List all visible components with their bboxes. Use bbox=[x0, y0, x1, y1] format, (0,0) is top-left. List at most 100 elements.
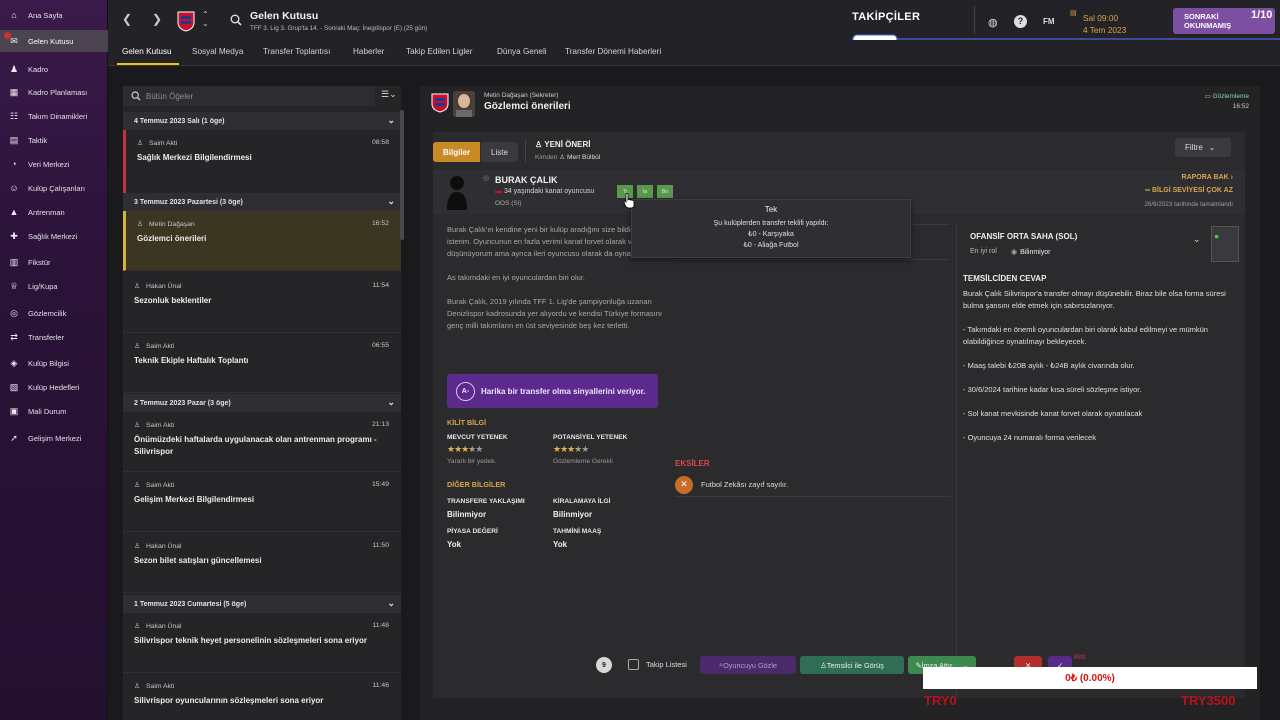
sender-avatar[interactable] bbox=[453, 91, 475, 117]
tab-3[interactable]: Transfer Toplantısı bbox=[263, 47, 330, 56]
watchlist-label[interactable]: Takip Listesi bbox=[646, 660, 687, 669]
sidebar-item-medical[interactable]: ✚ Sağlık Merkezi bbox=[0, 225, 108, 247]
tab-6[interactable]: Dünya Geneli bbox=[497, 47, 547, 56]
message-sender: ♙ Hakan Ünal bbox=[134, 542, 182, 551]
back-arrow-icon[interactable]: ❮ bbox=[122, 12, 132, 26]
inbox-message[interactable]: ♙ Hakan Ünal 11:54 Sezonluk beklentiler bbox=[123, 273, 401, 333]
scouting-icon: ◎ bbox=[10, 307, 18, 318]
inbox-message[interactable]: ♙ Saim Akti 06:55 Teknik Ekiple Haftalık To… bbox=[123, 333, 401, 393]
help-icon[interactable]: ? bbox=[1014, 15, 1027, 28]
loan-interest-value: Bilinmiyor bbox=[553, 510, 593, 519]
sidebar-item-label: Taktik bbox=[28, 135, 48, 145]
message-time: 06:55 bbox=[371, 342, 389, 349]
tab-1[interactable]: Gelen Kutusu bbox=[122, 47, 172, 56]
watchlist-checkbox[interactable] bbox=[628, 659, 639, 670]
scout-player-button[interactable]: ⌕ Oyuncuyu Gözle bbox=[700, 656, 796, 674]
sidebar-item-dynamics[interactable]: ☷ Takım Dinamikleri bbox=[0, 105, 108, 127]
social-icon[interactable]: ◍ bbox=[988, 16, 998, 29]
offer-pill-3[interactable]: Bo bbox=[657, 185, 673, 198]
date-group-header[interactable]: 4 Temmuz 2023 Salı (1 öge) ⌄ bbox=[123, 112, 401, 130]
tab-list[interactable]: Liste bbox=[481, 142, 518, 162]
sidebar-item-transfers[interactable]: ⇄ Transferler bbox=[0, 326, 108, 348]
sidebar-item-dev-centre[interactable]: ➚ Gelişim Merkezi bbox=[0, 427, 108, 449]
inbox-message[interactable]: ♙ Saim Akti 11:46 Silivrispor oyuncularının… bbox=[123, 673, 401, 720]
current-ability-label: MEVCUT YETENEK bbox=[447, 434, 508, 441]
message-panel: Metin Dağaşan (Sekreter) Gözlemci öneril… bbox=[420, 86, 1260, 720]
tab-5[interactable]: Takip Edilen Ligler bbox=[406, 47, 472, 56]
fm-menu-button[interactable]: FM bbox=[1043, 17, 1055, 26]
search-icon[interactable] bbox=[230, 14, 242, 26]
sidebar-item-staff[interactable]: ☺ Kulüp Çalışanları bbox=[0, 177, 108, 199]
sidebar-item-scouting[interactable]: ◎ Gözlemcilik bbox=[0, 302, 108, 324]
tab-info[interactable]: Bilgiler bbox=[433, 142, 481, 162]
filter-label: Filtre bbox=[1185, 143, 1203, 152]
message-time: 11:54 bbox=[372, 282, 389, 289]
inbox-message[interactable]: ♙ Metin Dağaşan 16:52 Gözlemci önerileri bbox=[123, 211, 401, 271]
agent-line-2: - Takımdaki en önemli oyunculardan biri … bbox=[963, 325, 1208, 346]
club-switch-chevron-icon[interactable]: ⌃ ⌄ bbox=[202, 10, 209, 28]
person-icon: ♙ bbox=[535, 140, 545, 149]
tab-4[interactable]: Haberler bbox=[353, 47, 384, 56]
sidebar-item-club-vision[interactable]: ▧ Kulüp Hedefleri bbox=[0, 376, 108, 398]
club-info-icon: ◈ bbox=[10, 357, 18, 368]
sidebar-item-fixtures[interactable]: ▥ Fikstür bbox=[0, 251, 108, 273]
club-logo-icon[interactable] bbox=[176, 10, 196, 32]
current-ability-note: Yararlı bir yedek. bbox=[447, 458, 497, 465]
date-group-label: 2 Temmuz 2023 Pazar (3 öge) bbox=[134, 399, 231, 407]
inbox-view-options-icon[interactable]: ☰⌄ bbox=[381, 89, 397, 100]
sidebar-item-trophy[interactable]: ♕ Lig/Kupa bbox=[0, 275, 108, 297]
inbox-message[interactable]: ♙ Hakan Ünal 11:50 Sezon bilet satışları gü… bbox=[123, 533, 401, 593]
message-title: Gözlemci önerileri bbox=[484, 101, 571, 112]
chevron-down-icon: ⌄ bbox=[387, 397, 395, 407]
sidebar-item-inbox[interactable]: ✉ Gelen Kutusu bbox=[0, 30, 108, 52]
from-name[interactable]: Mert Bülbül bbox=[567, 154, 600, 161]
calendar-icon: ▤ bbox=[1070, 10, 1077, 17]
inbox-scrollbar[interactable] bbox=[400, 110, 404, 240]
talk-to-agent-button[interactable]: ♙ Temsilci ile Görüş bbox=[800, 656, 904, 674]
sender-name[interactable]: Metin Dağaşan (Sekreter) bbox=[484, 92, 558, 99]
sender-label: Hakan Ünal bbox=[146, 542, 182, 550]
date-group-header[interactable]: 3 Temmuz 2023 Pazartesi (3 öge) ⌄ bbox=[123, 193, 401, 211]
unread-counter: 1/10 bbox=[1251, 9, 1273, 21]
sidebar-item-training[interactable]: ▲ Antrenman bbox=[0, 201, 108, 223]
position-pitch-icon[interactable] bbox=[1211, 226, 1239, 262]
filter-dropdown[interactable]: Filtre ⌄ bbox=[1175, 138, 1231, 157]
date-group-header[interactable]: 1 Temmuz 2023 Cumartesi (5 öge) ⌄ bbox=[123, 595, 401, 613]
grade-badge: A- bbox=[456, 382, 475, 401]
strengths-weaknesses-column: EKSİLER ✕ Futbol Zekâsı zayıf sayılır. bbox=[673, 224, 951, 684]
watch-eye-icon[interactable]: ◎ bbox=[483, 174, 489, 182]
sidebar-item-home[interactable]: ⌂ Ana Sayfa bbox=[0, 4, 108, 26]
chevron-down-icon: ⌄ bbox=[1208, 143, 1216, 152]
overlay-right-label: TRY3500 bbox=[1181, 693, 1236, 708]
message-time: 16:52 bbox=[371, 220, 389, 227]
sidebar-item-label: Kulüp Çalışanları bbox=[28, 183, 86, 193]
tab-7[interactable]: Transfer Dönemi Haberleri bbox=[565, 47, 661, 56]
offer-pill-2[interactable]: Ia bbox=[637, 185, 653, 198]
inbox-message[interactable]: ♙ Saim Akti 15:49 Gelişim Merkezi Bilgilend… bbox=[123, 472, 401, 532]
transfer-approach-label: TRANSFERE YAKLAŞIMI bbox=[447, 498, 525, 505]
view-report-link[interactable]: RAPORA BAK › bbox=[1182, 174, 1233, 181]
estimated-wage-label: TAHMİNİ MAAŞ bbox=[553, 528, 602, 535]
date-time[interactable]: Sal 09:00 4 Tem 2023 bbox=[1083, 12, 1126, 36]
inbox-message[interactable]: ♙ Hakan Ünal 11:48 Silivrispor teknik heyet… bbox=[123, 613, 401, 673]
market-value-label: PİYASA DEĞERİ bbox=[447, 528, 498, 535]
inbox-message[interactable]: ♙ Saim Akti 21:13 Önümüzdeki haftalarda uyg… bbox=[123, 412, 401, 472]
followers-label[interactable]: TAKİPÇİLER bbox=[852, 11, 920, 23]
squad-planner-icon: ▦ bbox=[9, 86, 19, 97]
inbox-search-field[interactable]: Bütün Öğeler bbox=[123, 86, 375, 106]
sidebar-item-finances[interactable]: ▣ Mali Durum bbox=[0, 400, 108, 422]
info-icon: ◉ bbox=[1011, 249, 1018, 256]
date-group-header[interactable]: 2 Temmuz 2023 Pazar (3 öge) ⌄ bbox=[123, 394, 401, 412]
message-time: 16:52 bbox=[1232, 103, 1249, 110]
player-name[interactable]: BURAK ÇALIK bbox=[495, 175, 558, 185]
tab-2[interactable]: Sosyal Medya bbox=[192, 47, 243, 56]
sidebar-item-data-hub[interactable]: ◔ Veri Merkezi bbox=[0, 153, 108, 175]
sidebar-item-club-info[interactable]: ◈ Kulüp Bilgisi bbox=[0, 352, 108, 374]
sidebar-item-label: Kulüp Hedefleri bbox=[28, 382, 80, 392]
forward-arrow-icon[interactable]: ❯ bbox=[152, 12, 162, 26]
done-label[interactable]: Bitti bbox=[1074, 654, 1086, 661]
sidebar-item-squad[interactable]: ♟ Kadro bbox=[0, 58, 108, 80]
position-chevron-icon[interactable]: ⌄ bbox=[1193, 234, 1201, 245]
sidebar-item-tactics[interactable]: ▤ Taktik bbox=[0, 129, 108, 151]
sidebar-item-squad-planner[interactable]: ▦ Kadro Planlaması bbox=[0, 81, 108, 103]
